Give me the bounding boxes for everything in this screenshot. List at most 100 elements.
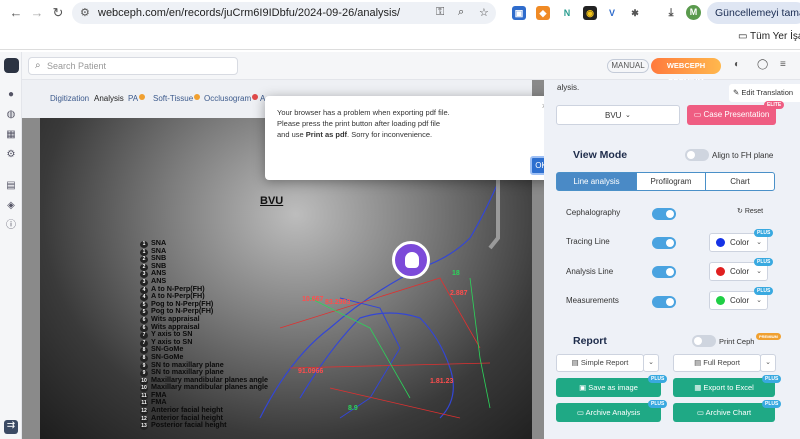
elite-badge: ELITE xyxy=(764,101,785,109)
measurement-label: 91.0966 xyxy=(298,368,324,375)
manual-label: MANUAL xyxy=(611,61,645,70)
print-ceph-label: Print Ceph xyxy=(719,337,755,346)
document-icon: ▤ xyxy=(571,358,581,367)
tab-occlusogram[interactable]: Occlusogram xyxy=(204,94,259,103)
tag-icon[interactable]: ◈ xyxy=(5,200,17,212)
bookmarks-folder[interactable]: ▭ Tüm Yer İşaretleri xyxy=(738,31,800,42)
full-report-button[interactable]: ▤ Full Report xyxy=(673,354,761,372)
grid-icon[interactable]: ▦ xyxy=(5,129,17,141)
tab-pa[interactable]: PA xyxy=(128,94,146,103)
simple-report-button[interactable]: ▤ Simple Report xyxy=(556,354,644,372)
measurement-label: 10.667 xyxy=(302,296,324,303)
back-icon[interactable]: ← xyxy=(8,5,24,21)
full-report-dropdown[interactable]: ⌄ xyxy=(760,354,776,372)
print-ceph-toggle[interactable] xyxy=(692,335,716,347)
analysis-line-label: Analysis Line xyxy=(566,267,614,276)
archive-icon: ▭ xyxy=(576,408,586,417)
menu-icon[interactable]: ≡ xyxy=(780,59,786,70)
measurement-label: 2.887 xyxy=(450,290,468,297)
zoom-icon[interactable]: ⌕ xyxy=(458,6,464,19)
segment-profilogram[interactable]: Profilogram xyxy=(636,173,706,190)
case-presentation-button[interactable]: ▭ Case Presentation xyxy=(687,105,776,125)
webceph-logo[interactable] xyxy=(4,58,19,73)
site-settings-icon[interactable]: ⚙ xyxy=(80,6,90,19)
analysis-color-swatch xyxy=(716,267,725,276)
extension-n-icon[interactable]: N xyxy=(560,6,574,20)
extension-v-icon[interactable]: V xyxy=(605,6,619,20)
measurement-label: 1.81.23 xyxy=(430,378,454,385)
reset-button[interactable]: ↻ Reset xyxy=(737,207,763,215)
address-bar[interactable]: ⚙ webceph.com/en/records/juCrm6I9IDbfu/2… xyxy=(72,2,496,24)
extensions-puzzle-icon[interactable]: ✱ xyxy=(628,6,642,20)
url-text: webceph.com/en/records/juCrm6I9IDbfu/202… xyxy=(98,7,401,19)
analysis-line-mp xyxy=(329,387,461,419)
segment-line-analysis[interactable]: Line analysis xyxy=(557,173,636,190)
tracing-line-toggle[interactable] xyxy=(652,237,676,249)
app-sidebar: ● ◍ ▦ ⚙ ▤ ◈ ⓘ ⇉ xyxy=(0,52,22,439)
reload-icon[interactable]: ↻ xyxy=(50,5,66,21)
cephalography-label: Cephalography xyxy=(566,208,621,217)
chevron-down-icon: ⌄ xyxy=(625,112,631,119)
export-warning-modal: × Your browser has a problem when export… xyxy=(265,96,555,180)
modal-message: Your browser has a problem when exportin… xyxy=(277,107,527,140)
analysis-line-toggle[interactable] xyxy=(652,266,676,278)
plus-badge: PLUS xyxy=(754,229,774,237)
browser-chrome: ← → ↻ ⚙ webceph.com/en/records/juCrm6I9I… xyxy=(0,0,800,50)
search-patient-field[interactable]: ⌕ Search Patient xyxy=(28,57,238,75)
segment-chart[interactable]: Chart xyxy=(706,173,774,190)
assistant-mascot-icon[interactable] xyxy=(392,241,430,279)
save-image-button[interactable]: ▣ Save as image xyxy=(556,378,661,397)
tracing-line-label: Tracing Line xyxy=(566,237,610,246)
extension-metamask-icon[interactable]: ◆ xyxy=(536,6,550,20)
analysis-select[interactable]: BVU ⌄ xyxy=(556,105,680,125)
analysis-legend: 1 SNA 1 SNA 2 SNB 2 SNB 3 ANS 3 ANS 4 A to N-Perp(FH)… xyxy=(140,239,290,431)
archive-chart-button[interactable]: ▭ Archive Chart xyxy=(673,403,775,422)
extension-translate-icon[interactable]: ▣ xyxy=(512,6,526,20)
extension-dark-icon[interactable]: ◉ xyxy=(583,6,597,20)
bookmark-star-icon[interactable]: ☆ xyxy=(479,6,489,19)
export-excel-button[interactable]: ▦ Export to Excel xyxy=(673,378,775,397)
settings-icon[interactable]: ⚙ xyxy=(5,149,17,161)
simple-report-dropdown[interactable]: ⌄ xyxy=(643,354,659,372)
cephalography-toggle[interactable] xyxy=(652,208,676,220)
plus-badge: PLUS xyxy=(648,400,668,408)
measurements-color-label: Color xyxy=(730,296,750,305)
folder-icon: ▭ xyxy=(738,31,751,42)
tab-digitization[interactable]: Digitization xyxy=(50,94,89,103)
collapse-icon[interactable]: ⇉ xyxy=(4,420,18,434)
patient-icon[interactable]: ● xyxy=(5,89,17,101)
chevron-down-icon: ⌄ xyxy=(756,239,762,246)
manual-button[interactable]: MANUAL xyxy=(607,59,649,73)
tracing-color-swatch xyxy=(716,238,725,247)
analysis-description: alysis. xyxy=(557,83,580,92)
premium-button[interactable]: WEBCEPH PREMIUM xyxy=(651,58,721,86)
modal-message-line2: Please press the print button after load… xyxy=(277,119,441,128)
app-header: ⌕ Search Patient MANUAL WEBCEPH PREMIUM … xyxy=(22,52,800,86)
search-placeholder: Search Patient xyxy=(47,61,107,71)
measurement-label: 18 xyxy=(452,270,460,277)
tab-soft-tissue-badge xyxy=(194,94,201,100)
info-icon[interactable]: ⓘ xyxy=(5,220,17,232)
language-flag-icon[interactable]: ◐ xyxy=(734,59,740,70)
plus-badge: PLUS xyxy=(754,287,774,295)
book-icon[interactable]: ▤ xyxy=(5,180,17,192)
tab-soft-tissue[interactable]: Soft-Tissue xyxy=(153,94,201,103)
user-profile-icon[interactable]: ◯ xyxy=(757,59,768,70)
analysis-select-value: BVU xyxy=(605,111,622,120)
archive-analysis-button[interactable]: ▭ Archive Analysis xyxy=(556,403,661,422)
password-key-icon[interactable]: ⚿ xyxy=(436,6,444,19)
update-button[interactable]: Güncellemeyi tamamla xyxy=(707,2,800,24)
chevron-down-icon: ⌄ xyxy=(756,297,762,304)
reset-icon: ↻ xyxy=(737,208,745,215)
tab-analysis[interactable]: Analysis xyxy=(94,94,124,103)
archive-icon: ▭ xyxy=(696,408,706,417)
edit-translation-button[interactable]: ✎ Edit Translation xyxy=(729,84,800,102)
profile-avatar[interactable]: M xyxy=(686,5,701,20)
view-mode-segmented-control: Line analysis Profilogram Chart xyxy=(556,172,775,191)
align-fh-toggle[interactable] xyxy=(685,149,709,161)
users-icon[interactable]: ◍ xyxy=(5,109,17,121)
measurements-toggle[interactable] xyxy=(652,296,676,308)
forward-icon[interactable]: → xyxy=(29,5,45,21)
download-icon[interactable]: ⤓ xyxy=(664,6,678,20)
presentation-icon: ▭ xyxy=(693,110,704,119)
